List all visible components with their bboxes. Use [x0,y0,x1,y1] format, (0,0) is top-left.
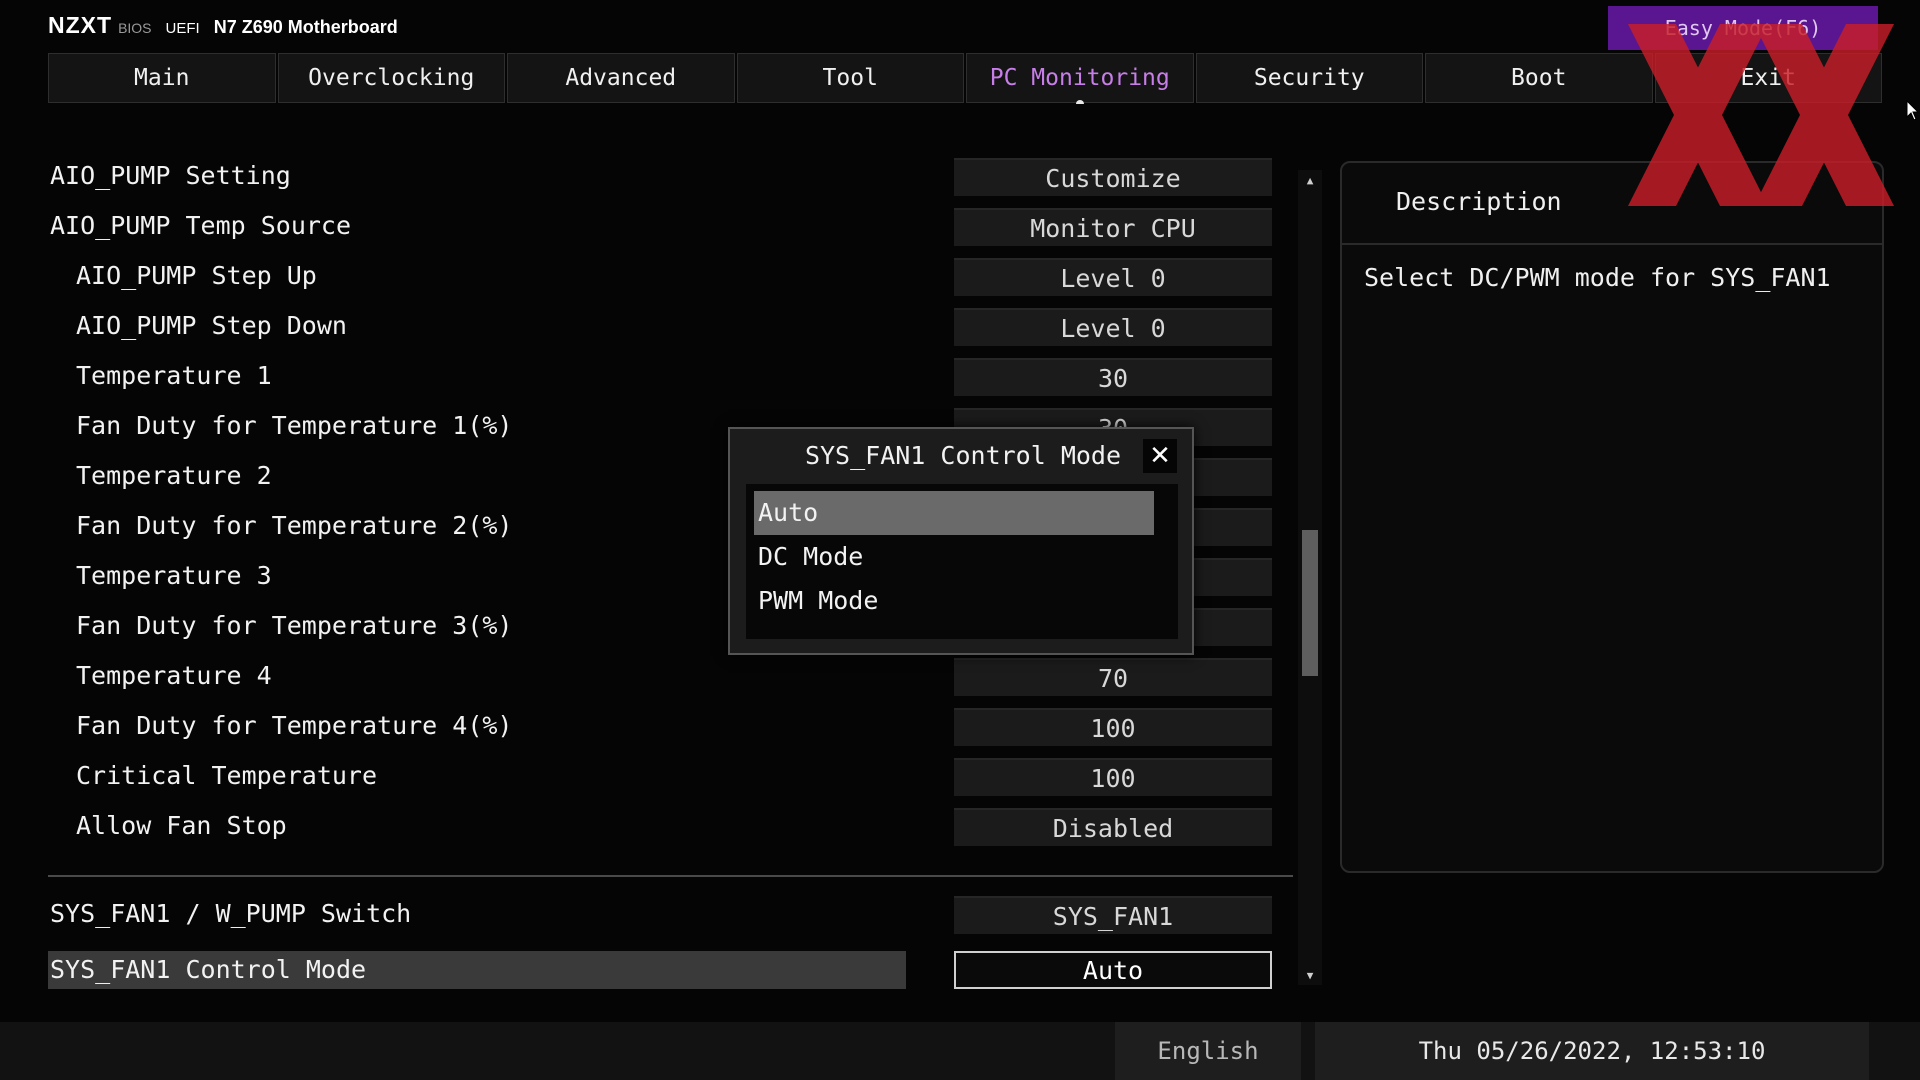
setting-label: Fan Duty for Temperature 3(%) [76,611,513,640]
setting-row[interactable]: SYS_FAN1 / W_PUMP Switch SYS_FAN1 [48,893,1298,935]
setting-label: AIO_PUMP Step Down [76,311,347,340]
brand-header: NZXT BIOS UEFI N7 Z690 Motherboard [48,12,398,42]
setting-row[interactable]: Temperature 4 70 [48,655,1298,697]
tab-main[interactable]: Main [48,53,276,103]
setting-label: AIO_PUMP Temp Source [50,211,352,240]
setting-row[interactable]: AIO_PUMP Setting Customize [48,155,1298,197]
option-auto[interactable]: Auto [754,491,1154,535]
description-text: Select DC/PWM mode for SYS_FAN1 [1364,263,1831,292]
close-icon[interactable]: ✕ [1143,439,1177,473]
setting-value[interactable]: 30 [954,358,1272,396]
setting-label: Fan Duty for Temperature 1(%) [76,411,513,440]
popup-options: Auto DC Mode PWM Mode [746,484,1178,639]
setting-value[interactable]: Level 0 [954,258,1272,296]
setting-label: Critical Temperature [76,761,378,790]
control-mode-popup: SYS_FAN1 Control Mode ✕ Auto DC Mode PWM… [728,427,1194,655]
setting-value[interactable]: Auto [954,951,1272,989]
popup-title: SYS_FAN1 Control Mode [804,441,1122,470]
setting-label: Fan Duty for Temperature 2(%) [76,511,513,540]
setting-value[interactable]: SYS_FAN1 [954,896,1272,934]
tab-security[interactable]: Security [1195,53,1423,103]
section-divider [48,875,1293,877]
setting-row[interactable]: AIO_PUMP Step Down Level 0 [48,305,1298,347]
setting-row[interactable]: Critical Temperature 100 [48,755,1298,797]
setting-row[interactable]: AIO_PUMP Step Up Level 0 [48,255,1298,297]
setting-label: AIO_PUMP Setting [50,161,291,190]
description-title: Description [1396,187,1562,216]
language-selector[interactable]: English [1115,1022,1301,1080]
setting-row-selected[interactable]: SYS_FAN1 Control Mode Auto [48,951,1298,993]
setting-value[interactable]: Monitor CPU [954,208,1272,246]
setting-value[interactable]: Level 0 [954,308,1272,346]
setting-label: Temperature 3 [76,561,272,590]
setting-label: Allow Fan Stop [76,811,287,840]
option-pwm-mode[interactable]: PWM Mode [754,579,1154,623]
description-header: Description [1342,163,1882,245]
description-panel: Description Select DC/PWM mode for SYS_F… [1340,161,1884,873]
tab-boot[interactable]: Boot [1425,53,1653,103]
bios-label: BIOS [118,20,152,36]
easy-mode-button[interactable]: Easy Mode(F6) [1608,6,1878,50]
setting-label: AIO_PUMP Step Up [76,261,317,290]
scrollbar[interactable]: ▲ ▼ [1298,170,1322,985]
option-dc-mode[interactable]: DC Mode [754,535,1154,579]
main-tabs: Main Overclocking Advanced Tool PC Monit… [48,53,1882,104]
setting-label: Fan Duty for Temperature 4(%) [76,711,513,740]
scroll-down-arrow-icon[interactable]: ▼ [1298,965,1322,985]
setting-row[interactable]: Temperature 1 30 [48,355,1298,397]
setting-value[interactable]: Customize [954,158,1272,196]
setting-row[interactable]: AIO_PUMP Temp Source Monitor CPU [48,205,1298,247]
setting-value[interactable]: 100 [954,758,1272,796]
tab-exit[interactable]: Exit [1654,53,1882,103]
datetime-display[interactable]: Thu 05/26/2022, 12:53:10 [1315,1022,1869,1080]
setting-label: SYS_FAN1 Control Mode [50,955,367,984]
nzxt-logo: NZXT [48,12,113,38]
setting-row[interactable]: Fan Duty for Temperature 4(%) 100 [48,705,1298,747]
tab-tool[interactable]: Tool [736,53,964,103]
tab-overclocking[interactable]: Overclocking [277,53,505,103]
setting-label: Temperature 2 [76,461,272,490]
mouse-cursor-icon [1906,100,1920,121]
setting-value[interactable]: Disabled [954,808,1272,846]
scroll-up-arrow-icon[interactable]: ▲ [1298,170,1322,190]
setting-label: Temperature 4 [76,661,272,690]
scroll-thumb[interactable] [1302,530,1318,676]
uefi-label: UEFI [165,20,200,37]
setting-label: SYS_FAN1 / W_PUMP Switch [50,899,412,928]
board-name: N7 Z690 Motherboard [213,17,398,37]
setting-value[interactable]: 100 [954,708,1272,746]
setting-row[interactable]: Allow Fan Stop Disabled [48,805,1298,847]
tab-advanced[interactable]: Advanced [507,53,735,103]
tab-pc-monitoring[interactable]: PC Monitoring [966,53,1194,104]
setting-value[interactable]: 70 [954,658,1272,696]
setting-label: Temperature 1 [76,361,272,390]
